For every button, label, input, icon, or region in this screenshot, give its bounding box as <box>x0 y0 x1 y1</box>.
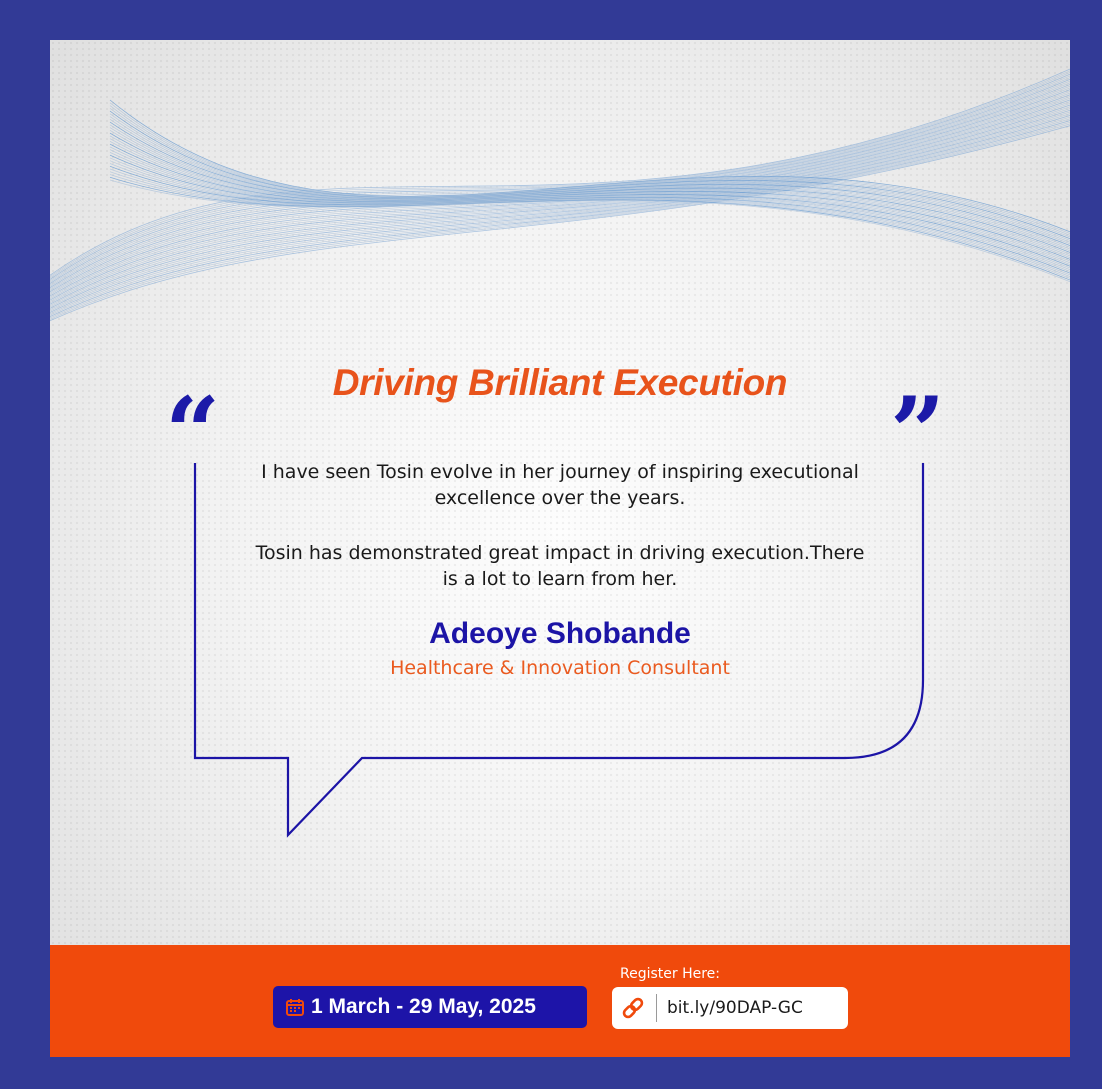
outer-frame: Driving Brilliant Execution “ ” I have s… <box>0 0 1102 1089</box>
calendar-icon <box>285 997 305 1017</box>
author-name: Adeoye Shobande <box>429 617 691 650</box>
registration-url[interactable]: bit.ly/90DAP-GC <box>667 998 803 1018</box>
link-divider <box>656 994 657 1022</box>
registration-link[interactable]: bit.ly/90DAP-GC <box>612 987 848 1029</box>
event-dates: 1 March - 29 May, 2025 <box>311 995 536 1018</box>
quote-paragraph-1: I have seen Tosin evolve in her journey … <box>261 461 859 509</box>
date-badge: 1 March - 29 May, 2025 <box>273 986 587 1028</box>
register-label: Register Here: <box>620 966 721 982</box>
testimonial-card: Driving Brilliant Execution “ ” I have s… <box>50 40 1070 1057</box>
link-icon <box>620 995 646 1021</box>
author-title: Healthcare & Innovation Consultant <box>390 657 730 679</box>
quote-paragraph-2: Tosin has demonstrated great impact in d… <box>255 542 865 590</box>
